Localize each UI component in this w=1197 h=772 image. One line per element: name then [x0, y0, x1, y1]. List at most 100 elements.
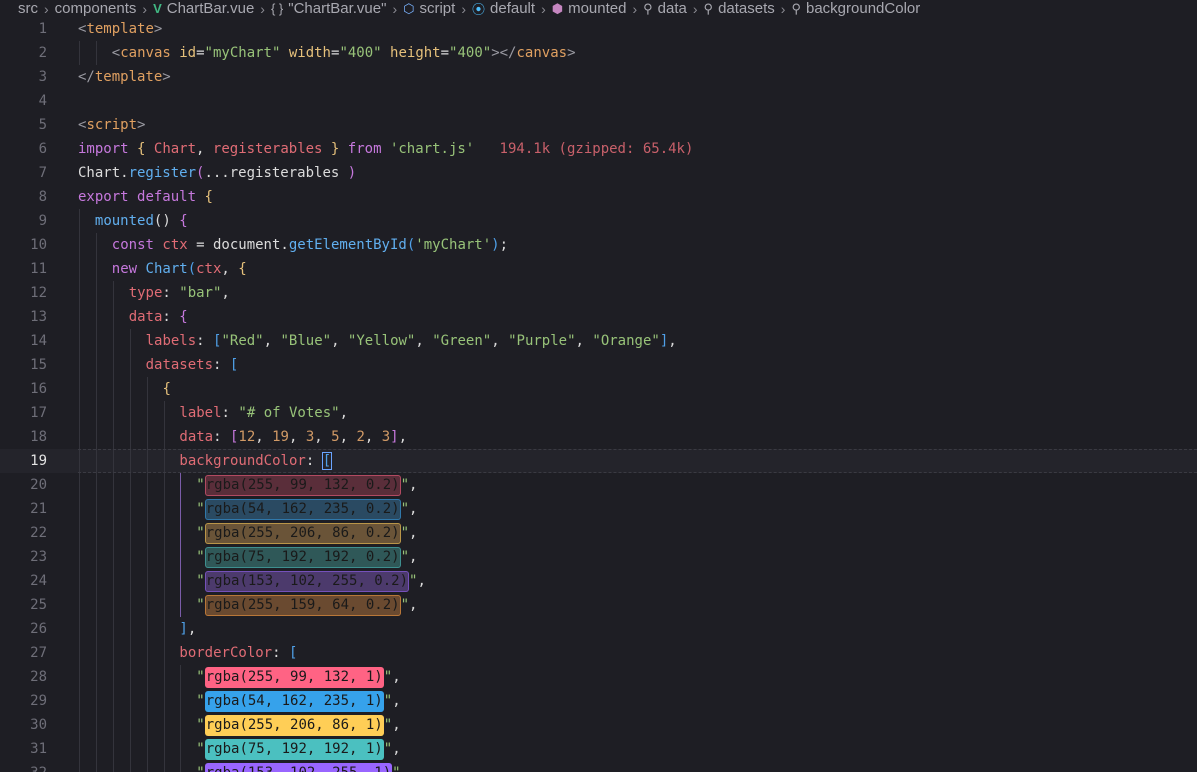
- code-line[interactable]: 9 mounted() {: [0, 209, 1197, 233]
- indent-guide: [79, 641, 80, 665]
- indent-guide: [112, 497, 114, 521]
- code-line[interactable]: 20 "rgba(255, 99, 132, 0.2)",: [0, 473, 1197, 497]
- code-line[interactable]: 30 "rgba(255, 206, 86, 1)",: [0, 713, 1197, 737]
- breadcrumb-item[interactable]: ⚲ data: [643, 0, 687, 17]
- line-number[interactable]: 2: [0, 41, 47, 65]
- line-number[interactable]: 11: [0, 257, 47, 281]
- line-number[interactable]: 12: [0, 281, 47, 305]
- code-line[interactable]: 16 {: [0, 377, 1197, 401]
- line-number[interactable]: 28: [0, 665, 47, 689]
- indent-guide: [95, 401, 97, 425]
- code-line[interactable]: 24 "rgba(153, 102, 255, 0.2)",: [0, 569, 1197, 593]
- indent-guide: [95, 305, 97, 329]
- code-line[interactable]: 27 borderColor: [: [0, 641, 1197, 665]
- code-line[interactable]: 14 labels: ["Red", "Blue", "Yellow", "Gre…: [0, 329, 1197, 353]
- line-number[interactable]: 14: [0, 329, 47, 353]
- line-number[interactable]: 1: [0, 17, 47, 41]
- breadcrumb-item[interactable]: ⚲ backgroundColor: [791, 0, 920, 17]
- braces-icon: { }: [270, 1, 284, 16]
- code-token: ;: [499, 237, 509, 253]
- line-number[interactable]: 27: [0, 641, 47, 665]
- indent-guide: [95, 737, 97, 761]
- line-number[interactable]: 18: [0, 425, 47, 449]
- code-line[interactable]: 28 "rgba(255, 99, 132, 1)",: [0, 665, 1197, 689]
- code-text: backgroundColor: [: [179, 449, 333, 473]
- line-number[interactable]: 20: [0, 473, 47, 497]
- code-line[interactable]: 13 data: {: [0, 305, 1197, 329]
- code-token: ,: [339, 429, 357, 445]
- code-token: ": [196, 501, 205, 517]
- breadcrumb-item[interactable]: src: [18, 0, 38, 17]
- breadcrumb-item[interactable]: { } "ChartBar.vue": [271, 0, 387, 17]
- code-line[interactable]: 3 </template>: [0, 65, 1197, 89]
- line-number[interactable]: 25: [0, 593, 47, 617]
- breadcrumb-item[interactable]: ⦿ default: [472, 0, 535, 17]
- code-token: :: [162, 285, 180, 301]
- line-number[interactable]: 29: [0, 689, 47, 713]
- code-line[interactable]: 7 Chart.register(...registerables ): [0, 161, 1197, 185]
- line-number[interactable]: 23: [0, 545, 47, 569]
- line-number[interactable]: 13: [0, 305, 47, 329]
- line-number[interactable]: 24: [0, 569, 47, 593]
- code-line[interactable]: 2 <canvas id="myChart" width="400" height…: [0, 41, 1197, 65]
- line-number[interactable]: 15: [0, 353, 47, 377]
- code-line[interactable]: 32 "rgba(153, 102, 255, 1)",: [0, 761, 1197, 772]
- code-line[interactable]: 29 "rgba(54, 162, 235, 1)",: [0, 689, 1197, 713]
- indent-guide: [79, 665, 80, 689]
- line-number[interactable]: 19: [0, 449, 47, 473]
- line-number[interactable]: 6: [0, 137, 47, 161]
- breadcrumb-item[interactable]: components: [55, 0, 137, 17]
- code-line[interactable]: 10 const ctx = document.getElementById('m…: [0, 233, 1197, 257]
- code-line[interactable]: 22 "rgba(255, 206, 86, 0.2)",: [0, 521, 1197, 545]
- line-number[interactable]: 9: [0, 209, 47, 233]
- code-line[interactable]: 31 "rgba(75, 192, 192, 1)",: [0, 737, 1197, 761]
- code-token: ,: [314, 429, 332, 445]
- line-number[interactable]: 30: [0, 713, 47, 737]
- code-token: ): [491, 237, 500, 253]
- line-number[interactable]: 4: [0, 89, 47, 113]
- breadcrumb-label: backgroundColor: [806, 0, 921, 17]
- indent-guide: [79, 473, 80, 497]
- breadcrumb-item[interactable]: V ChartBar.vue: [153, 0, 254, 17]
- line-number[interactable]: 17: [0, 401, 47, 425]
- line-number[interactable]: 8: [0, 185, 47, 209]
- line-number[interactable]: 21: [0, 497, 47, 521]
- code-token: data: [128, 309, 163, 325]
- code-line[interactable]: 26],: [0, 617, 1197, 641]
- code-line[interactable]: 4: [0, 89, 1197, 113]
- code-editor[interactable]: 1 <template> 2 <canvas id="myChart" width="…: [0, 17, 1197, 772]
- code-line[interactable]: 1 <template>: [0, 17, 1197, 41]
- line-number[interactable]: 16: [0, 377, 47, 401]
- wrench-icon: ⚲: [791, 0, 801, 16]
- line-number[interactable]: 10: [0, 233, 47, 257]
- code-line[interactable]: 19 backgroundColor: [: [0, 449, 1197, 473]
- code-line[interactable]: 25 "rgba(255, 159, 64, 0.2)",: [0, 593, 1197, 617]
- code-line[interactable]: 23 "rgba(75, 192, 192, 0.2)",: [0, 545, 1197, 569]
- code-line[interactable]: 6 import { Chart, registerables } from 'c…: [0, 137, 1197, 161]
- line-number[interactable]: 26: [0, 617, 47, 641]
- line-number[interactable]: 32: [0, 761, 47, 772]
- line-number[interactable]: 22: [0, 521, 47, 545]
- code-line[interactable]: 18 data: [12, 19, 3, 5, 2, 3],: [0, 425, 1197, 449]
- code-line[interactable]: 11 new Chart(ctx, {: [0, 257, 1197, 281]
- breadcrumb-item[interactable]: ⚲ datasets: [704, 0, 775, 17]
- code-line[interactable]: 5 <script>: [0, 113, 1197, 137]
- line-number[interactable]: 7: [0, 161, 47, 185]
- line-number[interactable]: 31: [0, 737, 47, 761]
- code-line[interactable]: 12 type: "bar",: [0, 281, 1197, 305]
- code-line[interactable]: 8 export default {: [0, 185, 1197, 209]
- code-line[interactable]: 15 datasets: [: [0, 353, 1197, 377]
- line-number[interactable]: 5: [0, 113, 47, 137]
- color-swatch-value: rgba(153, 102, 255, 1): [204, 763, 393, 772]
- indent-guide: [95, 713, 97, 737]
- chevron-right-icon: ›: [392, 0, 398, 17]
- line-number[interactable]: 3: [0, 65, 47, 89]
- breadcrumb-item[interactable]: ⬡ script: [403, 0, 455, 17]
- code-token: ": [196, 693, 205, 709]
- breadcrumb-item[interactable]: ⬢ mounted: [552, 0, 627, 17]
- code-line[interactable]: 21 "rgba(54, 162, 235, 0.2)",: [0, 497, 1197, 521]
- chevron-right-icon: ›: [461, 0, 466, 17]
- indent-guide: [95, 41, 97, 65]
- code-line[interactable]: 17 label: "# of Votes",: [0, 401, 1197, 425]
